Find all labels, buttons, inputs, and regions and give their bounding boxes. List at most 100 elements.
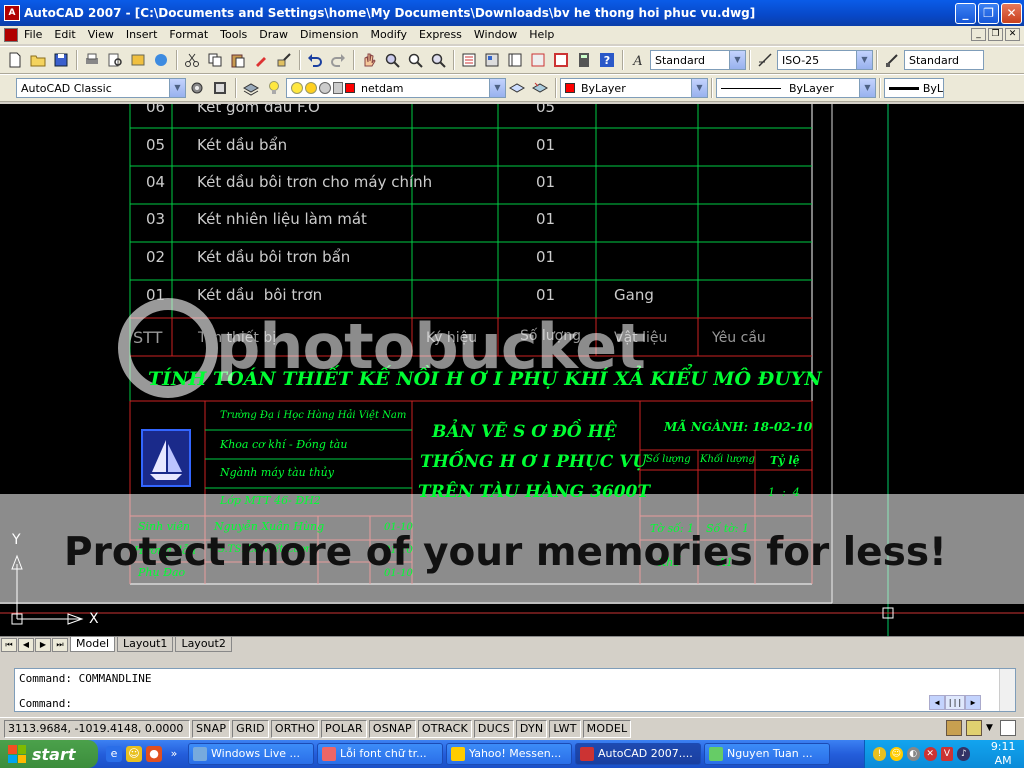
yahoo-tray-icon[interactable]: ☺ <box>889 747 903 761</box>
chevron-down-icon[interactable]: ▼ <box>856 51 872 69</box>
volume-icon[interactable]: ♪ <box>957 747 971 761</box>
command-vertical-scrollbar[interactable] <box>999 669 1015 711</box>
next-tab-icon[interactable]: ▶ <box>35 637 51 652</box>
otrack-toggle[interactable]: OTRACK <box>417 719 472 738</box>
workspace-settings-icon[interactable] <box>186 77 208 99</box>
menu-modify[interactable]: Modify <box>365 26 413 44</box>
table-style-icon[interactable] <box>881 49 903 71</box>
menu-insert[interactable]: Insert <box>120 26 164 44</box>
command-horizontal-scrollbar[interactable]: ◀ ||| ▶ <box>929 695 997 710</box>
status-menu-arrow-icon[interactable]: ▼ <box>986 720 996 736</box>
ortho-toggle[interactable]: ORTHO <box>270 719 320 738</box>
coordinates-readout[interactable]: 3113.9684, -1019.4148, 0.0000 <box>4 719 190 738</box>
plot-icon[interactable] <box>81 49 103 71</box>
tab-layout1[interactable]: Layout1 <box>117 637 174 652</box>
communication-center-icon[interactable] <box>966 720 982 736</box>
chevron-down-icon[interactable]: ▼ <box>489 79 505 97</box>
yahoo-messenger-icon[interactable]: ☺ <box>126 746 142 762</box>
grid-toggle[interactable]: GRID <box>232 719 269 738</box>
first-tab-icon[interactable]: ⏮ <box>1 637 17 652</box>
make-object-layer-current-icon[interactable] <box>506 77 528 99</box>
shield-icon[interactable]: ! <box>873 747 886 761</box>
table-style-select[interactable]: Standard <box>904 50 984 70</box>
ducs-toggle[interactable]: DUCS <box>473 719 514 738</box>
undo-icon[interactable] <box>304 49 326 71</box>
taskbar-item-windows-live[interactable]: Windows Live ... <box>188 743 314 765</box>
taskbar-item-messenger-chat[interactable]: Nguyen Tuan ... <box>704 743 830 765</box>
pan-realtime-icon[interactable] <box>358 49 380 71</box>
last-tab-icon[interactable]: ⏭ <box>52 637 68 652</box>
command-history[interactable]: Command: COMMANDLINE Command: ◀ ||| ▶ <box>14 668 1016 712</box>
layer-thaw-sun-icon[interactable] <box>305 82 317 94</box>
menu-express[interactable]: Express <box>413 26 468 44</box>
help-icon[interactable]: ? <box>596 49 618 71</box>
dimension-style-icon[interactable] <box>754 49 776 71</box>
menu-draw[interactable]: Draw <box>253 26 294 44</box>
menu-format[interactable]: Format <box>163 26 214 44</box>
restore-button[interactable]: ❐ <box>978 2 999 24</box>
chevron-down-icon[interactable]: ▼ <box>729 51 745 69</box>
menu-file[interactable]: File <box>18 26 48 44</box>
menu-view[interactable]: View <box>82 26 120 44</box>
polar-toggle[interactable]: POLAR <box>321 719 367 738</box>
taskbar-item-autocad[interactable]: AutoCAD 2007.... <box>575 743 701 765</box>
cut-icon[interactable] <box>181 49 203 71</box>
chevron-down-icon[interactable]: ▼ <box>691 79 707 97</box>
start-button[interactable]: start <box>0 740 98 768</box>
menu-edit[interactable]: Edit <box>48 26 81 44</box>
command-prompt[interactable]: Command: <box>19 697 72 710</box>
dyn-toggle[interactable]: DYN <box>515 719 548 738</box>
layer-previous-icon[interactable] <box>529 77 551 99</box>
block-editor-icon[interactable] <box>273 49 295 71</box>
prev-tab-icon[interactable]: ◀ <box>18 637 34 652</box>
taskbar-item-yahoo[interactable]: Yahoo! Messen... <box>446 743 572 765</box>
clean-screen-icon[interactable] <box>1000 720 1016 736</box>
taskbar-item-firefox[interactable]: Lỗi font chữ tr... <box>317 743 443 765</box>
menu-window[interactable]: Window <box>468 26 523 44</box>
markup-set-manager-icon[interactable] <box>550 49 572 71</box>
layer-viewport-icon[interactable] <box>319 82 331 94</box>
scroll-left-icon[interactable]: ◀ <box>929 695 945 710</box>
paste-icon[interactable] <box>227 49 249 71</box>
layer-on-icon[interactable] <box>263 77 285 99</box>
scroll-right-icon[interactable]: ▶ <box>965 695 981 710</box>
match-properties-icon[interactable] <box>250 49 272 71</box>
sheet-set-manager-icon[interactable] <box>527 49 549 71</box>
antivirus-icon[interactable]: ✕ <box>923 747 937 761</box>
firefox-icon[interactable]: ● <box>146 746 162 762</box>
layer-select[interactable]: netdam ▼ <box>286 78 506 98</box>
minimize-button[interactable]: _ <box>955 2 976 24</box>
new-file-icon[interactable] <box>4 49 26 71</box>
drawing-area[interactable]: 06 Két gom dầu F.O 05 05 Két dầu bẩn 01 04 Két … <box>0 104 1024 636</box>
vietkey-icon[interactable]: V <box>940 747 954 761</box>
color-control-select[interactable]: ByLayer ▼ <box>560 78 708 98</box>
chevron-down-icon[interactable]: ▼ <box>169 79 185 97</box>
menu-tools[interactable]: Tools <box>214 26 253 44</box>
osnap-toggle[interactable]: OSNAP <box>368 719 416 738</box>
publish-icon[interactable] <box>127 49 149 71</box>
menu-dimension[interactable]: Dimension <box>294 26 364 44</box>
tab-layout2[interactable]: Layout2 <box>175 637 232 652</box>
open-folder-icon[interactable] <box>27 49 49 71</box>
save-icon[interactable] <box>50 49 72 71</box>
lwt-toggle[interactable]: LWT <box>549 719 581 738</box>
chevron-down-icon[interactable]: ▼ <box>859 79 875 97</box>
quick-launch-more-icon[interactable]: » <box>166 746 182 762</box>
text-style-select[interactable]: Standard ▼ <box>650 50 746 70</box>
menu-help[interactable]: Help <box>523 26 560 44</box>
tab-model[interactable]: Model <box>70 637 116 652</box>
dimension-style-select[interactable]: ISO-25 ▼ <box>777 50 873 70</box>
snap-toggle[interactable]: SNAP <box>192 719 231 738</box>
zoom-realtime-icon[interactable] <box>381 49 403 71</box>
document-icon[interactable] <box>4 28 18 42</box>
close-button[interactable]: ✕ <box>1001 2 1022 24</box>
layer-properties-icon[interactable] <box>240 77 262 99</box>
copy-icon[interactable] <box>204 49 226 71</box>
zoom-previous-icon[interactable] <box>427 49 449 71</box>
design-center-icon[interactable] <box>481 49 503 71</box>
lineweight-control-select[interactable]: ByL <box>884 78 944 98</box>
doc-close-button[interactable]: ✕ <box>1005 28 1020 41</box>
network-icon[interactable]: ◐ <box>906 747 920 761</box>
zoom-window-icon[interactable] <box>404 49 426 71</box>
workspace-select[interactable]: AutoCAD Classic ▼ <box>16 78 186 98</box>
